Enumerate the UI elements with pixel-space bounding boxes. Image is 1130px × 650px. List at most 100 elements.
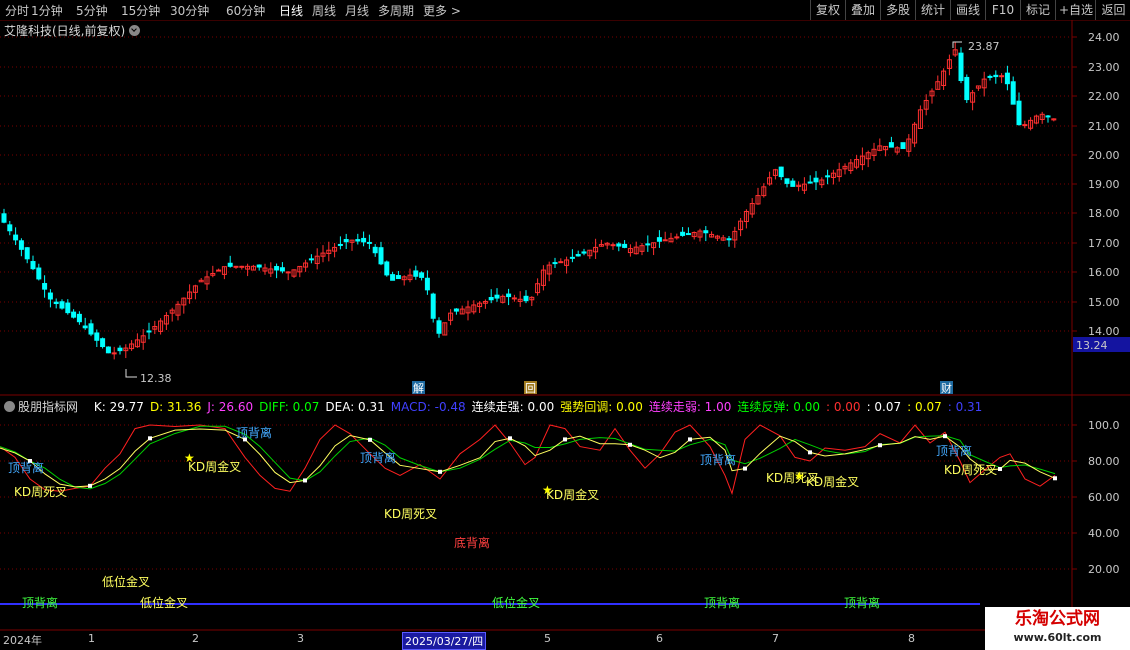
indicator-value: D: 31.36 xyxy=(149,400,202,414)
candle-body xyxy=(674,236,680,239)
candle-body xyxy=(337,243,343,246)
candle-body xyxy=(610,244,616,247)
candle-body xyxy=(390,274,396,281)
price-tick-label: 23.00 xyxy=(1088,61,1120,74)
k-point xyxy=(943,434,947,439)
candle-body xyxy=(726,238,732,241)
signal-label: KD周金叉 xyxy=(546,487,599,502)
candle-body xyxy=(146,330,152,333)
candle-body xyxy=(419,272,425,278)
date-label: 1 xyxy=(88,632,95,645)
candle-body xyxy=(1,213,7,223)
candle-body xyxy=(384,261,390,276)
indicator-tick-label: 80.00 xyxy=(1088,455,1120,468)
chevron-down-icon[interactable] xyxy=(129,25,141,36)
candle-body xyxy=(13,234,19,241)
candle-body xyxy=(216,269,222,272)
candle-body xyxy=(523,295,529,302)
candle-body xyxy=(1016,100,1022,126)
candle-body xyxy=(790,180,796,187)
indicator-header: 股朋指标网 K: 29.77 D: 31.36 J: 26.60 DIFF: 0.07… xyxy=(4,398,994,415)
date-label: 8 xyxy=(908,632,915,645)
candle-body xyxy=(993,74,999,78)
candle-body xyxy=(372,246,378,254)
star-icon: ★ xyxy=(542,483,553,497)
date-label: 2024年 xyxy=(3,634,42,647)
candle-body xyxy=(900,142,906,149)
candle-body xyxy=(1010,81,1016,105)
signal-label: 低位金叉 xyxy=(102,574,150,589)
candle-body xyxy=(82,325,88,329)
candle-body xyxy=(558,261,564,264)
star-icon: ★ xyxy=(794,469,805,483)
candle-body xyxy=(233,265,239,268)
date-label: 6 xyxy=(656,632,663,645)
candle-body xyxy=(506,293,512,298)
date-cursor-label: 2025/03/27/四 xyxy=(402,632,487,650)
candle-body xyxy=(813,177,819,183)
price-tick-label: 16.00 xyxy=(1088,266,1120,279)
candle-body xyxy=(18,240,24,250)
candle-body xyxy=(65,302,71,314)
candle-body xyxy=(453,308,459,312)
k-point xyxy=(688,437,692,442)
indicator-value: MACD: -0.48 xyxy=(390,400,466,414)
candle-body xyxy=(825,175,831,178)
indicator-name[interactable]: 股朋指标网 xyxy=(4,400,88,414)
candle-body xyxy=(1004,72,1010,85)
k-point xyxy=(628,442,632,447)
watermark-logo: 乐淘公式网 www.60lt.com xyxy=(985,607,1130,650)
candle-body xyxy=(964,76,970,101)
signal-label: 顶背离 xyxy=(236,425,272,440)
event-marker-label: 回 xyxy=(525,382,536,395)
indicator-value: : 0.07 xyxy=(907,400,942,414)
indicator-value: K: 29.77 xyxy=(93,400,144,414)
candle-body xyxy=(703,230,709,234)
candle-body xyxy=(76,313,82,323)
price-tick-label: 18.00 xyxy=(1088,207,1120,220)
candle-body xyxy=(999,75,1005,78)
k-point xyxy=(438,469,442,474)
candle-body xyxy=(680,231,686,236)
indicator-value: 强势回调: 0.00 xyxy=(560,400,643,414)
high-price-label: 23.87 xyxy=(968,40,1000,53)
candle-body xyxy=(7,224,13,232)
indicator-value: : 0.31 xyxy=(947,400,983,414)
candle-body xyxy=(784,178,790,184)
signal-label: 顶背离 xyxy=(844,595,880,610)
date-label: 7 xyxy=(772,632,779,645)
candle-body xyxy=(552,262,558,265)
k-point xyxy=(563,437,567,442)
candle-body xyxy=(413,270,419,277)
candle-body xyxy=(239,265,245,268)
candle-body xyxy=(987,75,993,78)
price-tick-label: 24.00 xyxy=(1088,31,1120,44)
signal-label: 低位金叉 xyxy=(492,595,540,610)
candle-body xyxy=(430,293,436,319)
price-tick-label: 20.00 xyxy=(1088,149,1120,162)
candle-body xyxy=(59,301,65,309)
candle-body xyxy=(494,294,500,299)
candle-body xyxy=(355,239,361,242)
candle-body xyxy=(88,323,94,335)
price-tick-label: 22.00 xyxy=(1088,90,1120,103)
candle-body xyxy=(111,352,117,355)
signal-label: 低位金叉 xyxy=(140,595,188,610)
event-marker-label: 财 xyxy=(941,381,952,395)
kline-chart[interactable]: 24.00 23.00 22.00 21.00 20.00 19.00 18.00 17.00… xyxy=(0,0,1130,650)
indicator-tick-label: 20.00 xyxy=(1088,563,1120,576)
indicator-value: DEA: 0.31 xyxy=(325,400,385,414)
candle-body xyxy=(378,247,384,265)
signal-label: 顶背离 xyxy=(700,452,736,467)
candle-body xyxy=(436,320,442,334)
signal-label: KD周死叉 xyxy=(944,463,997,477)
date-axis: 2024年 1 2 3 2025/03/27/四 5 6 7 8 xyxy=(0,631,985,650)
star-icon: ★ xyxy=(184,451,195,465)
stock-title[interactable]: 艾隆科技(日线,前复权) xyxy=(4,22,141,39)
candle-body xyxy=(256,264,262,268)
signal-label: KD周金叉 xyxy=(188,459,241,474)
candle-body xyxy=(36,267,42,280)
indicator-value: 连续走弱: 1.00 xyxy=(648,400,732,414)
signal-label: 底背离 xyxy=(454,535,490,550)
chevron-down-icon[interactable] xyxy=(4,401,15,412)
